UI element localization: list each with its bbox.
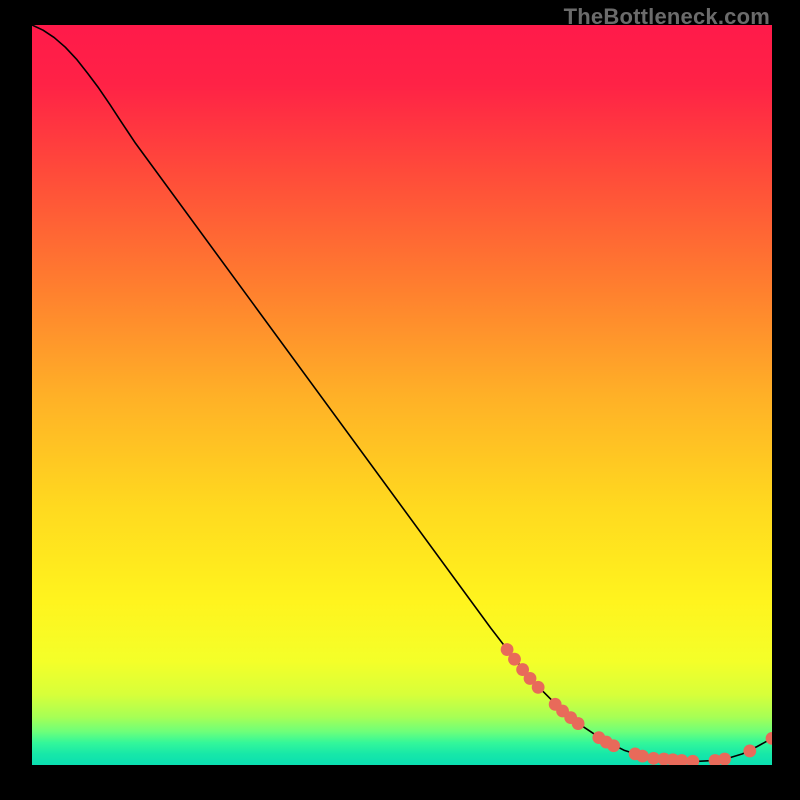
highlight-marker xyxy=(572,717,585,730)
highlight-marker xyxy=(532,681,545,694)
highlight-marker xyxy=(718,753,731,765)
chart-stage: TheBottleneck.com xyxy=(0,0,800,800)
highlight-marker xyxy=(508,653,521,666)
gradient-background xyxy=(32,25,772,765)
highlight-marker xyxy=(636,750,649,763)
highlight-marker xyxy=(607,739,620,752)
highlight-marker xyxy=(743,745,756,758)
bottleneck-chart xyxy=(32,25,772,765)
